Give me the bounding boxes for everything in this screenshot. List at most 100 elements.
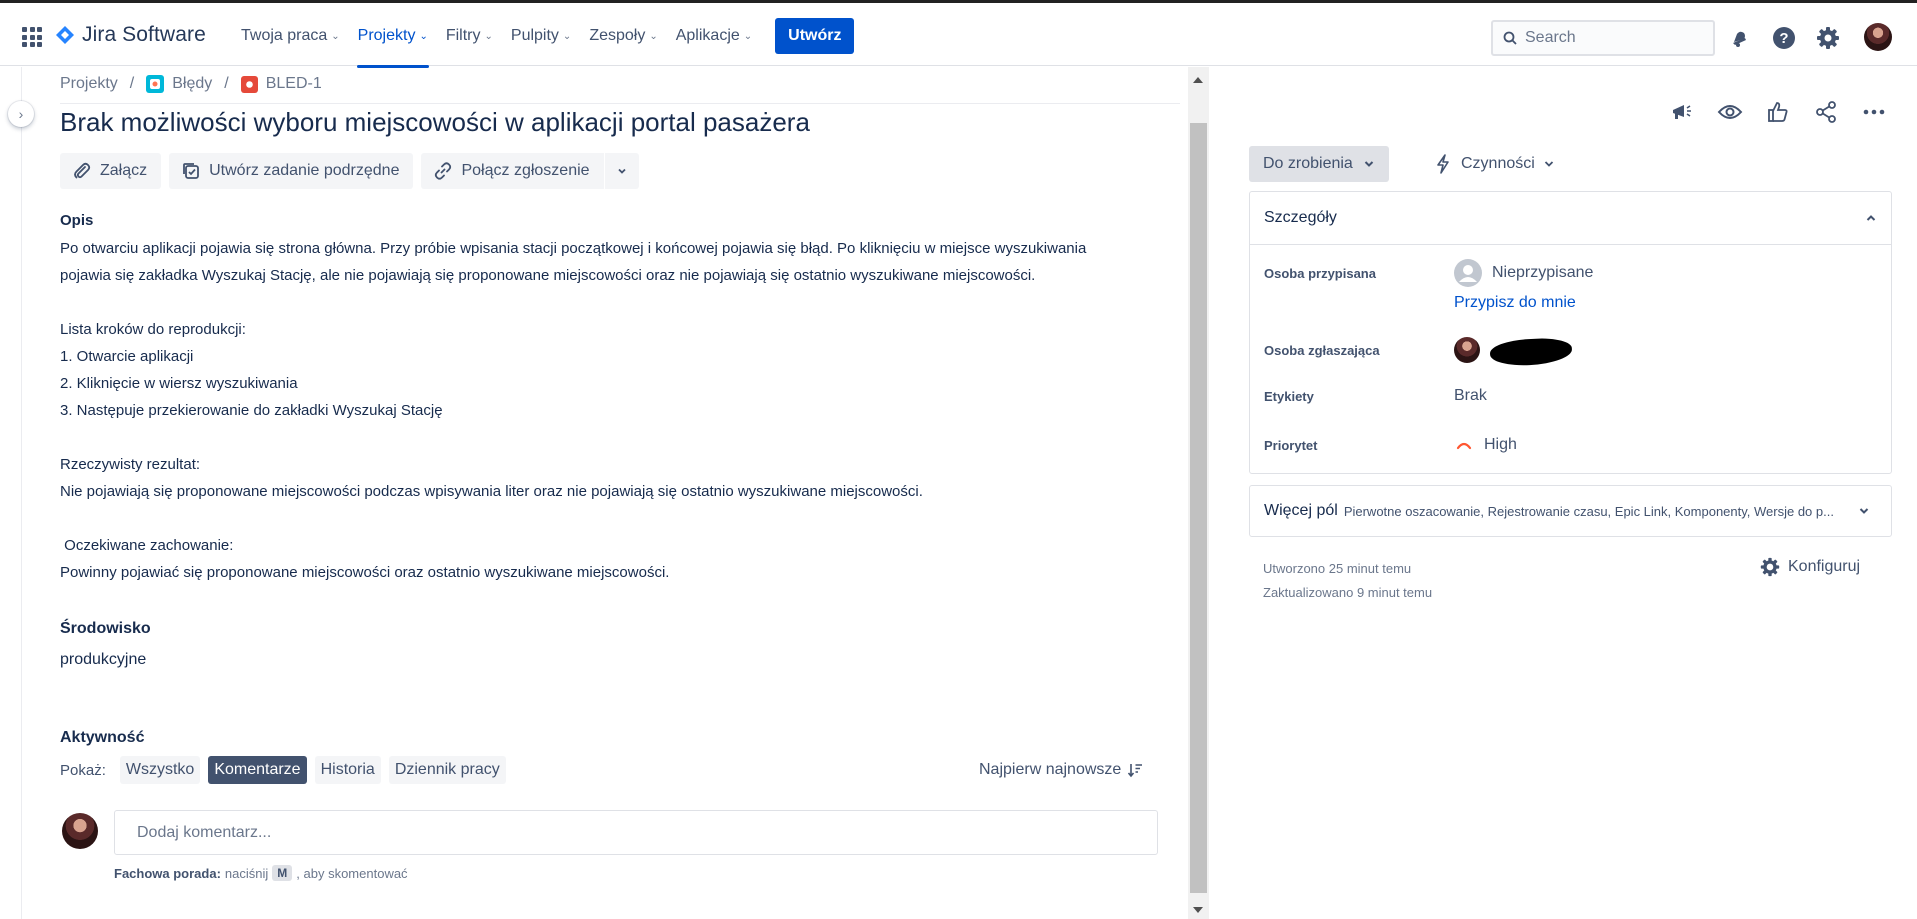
help-icon[interactable]: ? bbox=[1771, 25, 1797, 51]
nav-label: Filtry bbox=[445, 27, 481, 44]
priority-value[interactable]: High bbox=[1454, 436, 1517, 454]
link-icon bbox=[435, 162, 452, 180]
nav-label: Projekty bbox=[357, 27, 416, 44]
link-issue-button[interactable]: Połącz zgłoszenie bbox=[421, 153, 604, 189]
search-field[interactable] bbox=[1491, 20, 1715, 56]
search-input[interactable] bbox=[1525, 29, 1695, 47]
assign-to-me-link[interactable]: Przypisz do mnie bbox=[1454, 294, 1576, 312]
reporter-avatar bbox=[1454, 337, 1480, 363]
paperclip-icon bbox=[74, 162, 91, 179]
breadcrumb-issue[interactable]: BLED-1 bbox=[240, 75, 322, 93]
share-icon[interactable] bbox=[1813, 99, 1839, 125]
notification-icon[interactable] bbox=[1727, 25, 1753, 51]
app-switcher-icon[interactable] bbox=[22, 27, 42, 47]
chevron-down-icon: ⌄ bbox=[484, 30, 493, 42]
breadcrumb-project[interactable]: Błędy bbox=[146, 75, 212, 93]
chevron-down-icon bbox=[1364, 161, 1374, 167]
breadcrumb-projects[interactable]: Projekty bbox=[60, 75, 118, 93]
nav-item-dashboards[interactable]: Pulpity ⌄ bbox=[502, 3, 580, 69]
pro-tip: Fachowa porada: naciśnij M , aby skoment… bbox=[114, 865, 408, 881]
priority-high-icon bbox=[1456, 442, 1472, 450]
labels-value[interactable]: Brak bbox=[1454, 387, 1487, 405]
nav-item-projects[interactable]: Projekty ⌄ bbox=[349, 3, 437, 69]
more-options-icon[interactable] bbox=[1861, 99, 1887, 125]
description-line bbox=[60, 505, 1170, 532]
filter-comments[interactable]: Komentarze bbox=[208, 756, 307, 784]
more-fields-title: Więcej pól bbox=[1264, 502, 1338, 519]
nav-label: Pulpity bbox=[510, 27, 559, 44]
expand-sidebar-icon[interactable]: › bbox=[8, 101, 34, 127]
chevron-up-icon bbox=[1866, 215, 1876, 221]
description-line: Powinny pojawiać się proponowane miejsco… bbox=[60, 564, 670, 581]
link-issue-label: Połącz zgłoszenie bbox=[461, 162, 590, 179]
reporter-value[interactable] bbox=[1454, 337, 1480, 363]
updated-timestamp: Zaktualizowano 9 minut temu bbox=[1263, 585, 1433, 600]
jira-logo[interactable]: Jira Software bbox=[56, 23, 206, 47]
issue-sidebar: Do zrobienia Czynności Szczegóły Osoba p… bbox=[1210, 67, 1917, 919]
priority-name: High bbox=[1484, 436, 1517, 453]
assignee-name: Nieprzypisane bbox=[1492, 264, 1594, 281]
filter-all[interactable]: Wszystko bbox=[119, 756, 201, 784]
tip-post: , aby skomentować bbox=[296, 865, 408, 881]
nav-item-teams[interactable]: Zespoły ⌄ bbox=[580, 3, 666, 69]
details-title: Szczegóły bbox=[1264, 209, 1337, 226]
project-icon bbox=[146, 75, 165, 93]
attach-label: Załącz bbox=[100, 162, 148, 179]
sort-order-button[interactable]: Najpierw najnowsze bbox=[979, 756, 1143, 784]
vote-thumbs-up-icon[interactable] bbox=[1765, 99, 1791, 125]
field-assignee: Osoba przypisana Nieprzypisane bbox=[1264, 259, 1593, 287]
status-dropdown[interactable]: Do zrobienia bbox=[1249, 146, 1389, 182]
create-subtask-button[interactable]: Utwórz zadanie podrzędne bbox=[169, 153, 414, 189]
status-label: Do zrobienia bbox=[1263, 155, 1353, 172]
field-labels: Etykiety Brak bbox=[1264, 387, 1487, 405]
scroll-thumb[interactable] bbox=[1190, 123, 1207, 893]
settings-icon[interactable] bbox=[1815, 25, 1841, 51]
description-line: 1. Otwarcie aplikacji bbox=[60, 348, 194, 365]
description-body[interactable]: Po otwarciu aplikacji pojawia się strona… bbox=[60, 235, 1170, 586]
more-actions-button[interactable] bbox=[604, 153, 639, 189]
feedback-megaphone-icon[interactable] bbox=[1669, 99, 1695, 125]
add-comment-input[interactable]: Dodaj komentarz... bbox=[114, 810, 1158, 855]
details-header[interactable]: Szczegóły bbox=[1250, 192, 1891, 245]
more-fields-panel[interactable]: Więcej pól Pierwotne oszacowanie, Rejest… bbox=[1249, 485, 1892, 537]
user-avatar[interactable] bbox=[1864, 23, 1892, 51]
watch-eye-icon[interactable] bbox=[1717, 99, 1743, 125]
breadcrumb-project-label: Błędy bbox=[172, 75, 213, 92]
configure-label: Konfiguruj bbox=[1788, 558, 1861, 575]
issue-title[interactable]: Brak możliwości wyboru miejscowości w ap… bbox=[60, 107, 810, 138]
configure-button[interactable]: Konfiguruj bbox=[1760, 557, 1860, 577]
description-line: Nie pojawiają się proponowane miejscowoś… bbox=[60, 483, 923, 500]
assignee-value[interactable]: Nieprzypisane bbox=[1454, 259, 1593, 287]
activity-heading: Aktywność bbox=[60, 729, 145, 746]
scroll-down-icon[interactable] bbox=[1193, 907, 1203, 913]
scroll-up-icon[interactable] bbox=[1193, 77, 1203, 83]
labels-label: Etykiety bbox=[1264, 388, 1314, 404]
create-subtask-label: Utwórz zadanie podrzędne bbox=[209, 162, 400, 179]
filter-history[interactable]: Historia bbox=[314, 756, 381, 784]
filter-worklog[interactable]: Dziennik pracy bbox=[388, 756, 506, 784]
description-line: Po otwarciu aplikacji pojawia się strona… bbox=[60, 240, 1087, 257]
top-navigation: Jira Software Twoja praca ⌄ Projekty ⌄ Fil… bbox=[0, 0, 1917, 69]
priority-label: Priorytet bbox=[1264, 437, 1318, 453]
chevron-down-icon bbox=[617, 168, 626, 174]
attach-button[interactable]: Załącz bbox=[60, 153, 162, 189]
nav-item-your-work[interactable]: Twoja praca ⌄ bbox=[232, 3, 349, 69]
assign-to-me-row: Przypisz do mnie bbox=[1454, 294, 1576, 312]
description-line: Oczekiwane zachowanie: bbox=[60, 537, 234, 554]
chevron-down-icon: ⌄ bbox=[419, 30, 428, 42]
nav-item-filters[interactable]: Filtry ⌄ bbox=[437, 3, 502, 69]
environment-value[interactable]: produkcyjne bbox=[60, 651, 146, 669]
issue-actions: Załącz Utwórz zadanie podrzędne Połącz z… bbox=[60, 153, 639, 189]
bug-icon bbox=[240, 75, 258, 93]
nav-item-apps[interactable]: Aplikacje ⌄ bbox=[667, 3, 761, 69]
details-panel: Szczegóły Osoba przypisana Nieprzypisane… bbox=[1249, 191, 1892, 474]
create-button[interactable]: Utwórz bbox=[775, 18, 855, 54]
actions-dropdown[interactable]: Czynności bbox=[1423, 146, 1565, 182]
description-line: pojawia się zakładka Wyszukaj Stację, al… bbox=[60, 267, 1036, 284]
unassigned-avatar-icon bbox=[1454, 259, 1482, 287]
main-scrollbar[interactable] bbox=[1188, 67, 1209, 919]
more-fields-list: Pierwotne oszacowanie, Rejestrowanie cza… bbox=[1343, 503, 1834, 519]
activity-filters: Pokaż: Wszystko Komentarze Historia Dzie… bbox=[60, 756, 506, 784]
description-line: Lista kroków do reprodukcji: bbox=[60, 321, 246, 338]
show-label: Pokaż: bbox=[60, 761, 106, 779]
